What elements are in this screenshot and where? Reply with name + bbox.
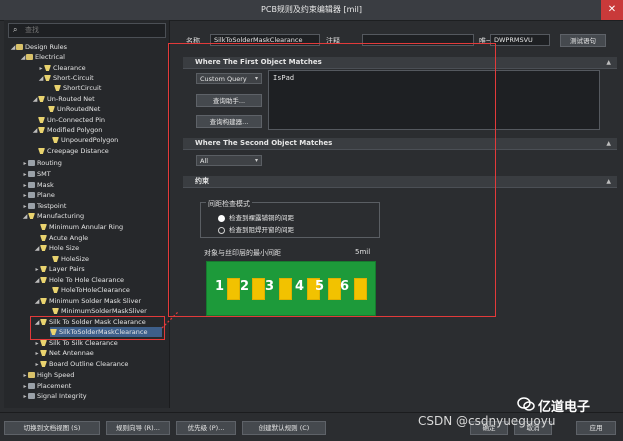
- tree-item-mask[interactable]: ▸ Mask: [22, 180, 53, 190]
- tree-item-routing[interactable]: ▸ Routing: [22, 158, 61, 168]
- smt-icon: [28, 171, 35, 177]
- tree-item-holesize[interactable]: HoleSize: [52, 254, 89, 264]
- rule-icon: [38, 127, 45, 133]
- collapse-icon[interactable]: ▲: [606, 138, 611, 149]
- tree-item-un-connected-pin[interactable]: Un-Connected Pin: [38, 115, 105, 125]
- collapse-icon[interactable]: ▲: [606, 57, 611, 68]
- tree-item-holetoholeclearance[interactable]: HoleToHoleClearance: [52, 285, 130, 295]
- tree-item-testpoint[interactable]: ▸ Testpoint: [22, 201, 66, 211]
- routing-icon: [28, 160, 35, 166]
- rule-icon: [48, 106, 55, 112]
- tree-item-unpouredpolygon[interactable]: UnpouredPolygon: [52, 135, 118, 145]
- tree-item-modified-polygon[interactable]: ◢ Modified Polygon: [32, 125, 103, 135]
- rules-tree-panel: ⌕ ◢Design Rules ◢Electrical ▸Clearance ◢…: [4, 20, 170, 408]
- rule-icon: [40, 224, 47, 230]
- tree-item-shortcircuit[interactable]: ShortCircuit: [54, 83, 101, 93]
- tree-item-board-outline-clearance[interactable]: ▸ Board Outline Clearance: [34, 359, 128, 369]
- close-icon[interactable]: ✕: [601, 0, 623, 20]
- apply-button[interactable]: 应用: [576, 421, 616, 435]
- search-box[interactable]: ⌕: [8, 23, 166, 38]
- rule-icon: [40, 277, 47, 283]
- tree-item-clearance[interactable]: ▸ Clearance: [38, 63, 85, 73]
- tree-item-short-circuit[interactable]: ◢ Short-Circuit: [38, 73, 94, 83]
- collapse-icon[interactable]: ▲: [606, 176, 611, 187]
- rule-icon: [44, 75, 51, 81]
- tree-item-high-speed[interactable]: ▸ High Speed: [22, 370, 74, 380]
- tree-item-net-antennae[interactable]: ▸ Net Antennae: [34, 348, 93, 358]
- tree-item-manufacturing[interactable]: ◢ Manufacturing: [22, 211, 84, 221]
- tree-item-plane[interactable]: ▸ Plane: [22, 190, 54, 200]
- folder-icon: [26, 54, 33, 60]
- tree-item-signal-integrity[interactable]: ▸ Signal Integrity: [22, 391, 86, 401]
- search-icon: ⌕: [13, 25, 18, 34]
- rule-icon: [52, 308, 59, 314]
- tree-item-smt[interactable]: ▸ SMT: [22, 169, 50, 179]
- rule-icon: [44, 65, 51, 71]
- tree-item-design-rules[interactable]: ◢ Design Rules: [10, 42, 67, 52]
- tree-item-minimumsoldermasksliver[interactable]: MinimumSolderMaskSliver: [52, 306, 147, 316]
- rule-wizard-button[interactable]: 规则向导 (R)...: [106, 421, 170, 435]
- unique-id-field[interactable]: DWPRMSVU: [490, 34, 550, 46]
- csdn-watermark: CSDN @csdnyueguoyu: [418, 414, 556, 428]
- switch-document-view-button[interactable]: 切换到文档视图 (S): [4, 421, 100, 435]
- signal-integrity-icon: [28, 393, 35, 399]
- rule-icon: [40, 340, 47, 346]
- rule-icon: [52, 256, 59, 262]
- window-title: PCB规则及约束编辑器 [mil]: [261, 5, 362, 14]
- rule-icon: [40, 235, 47, 241]
- folder-icon: [16, 44, 23, 50]
- title-bar: PCB规则及约束编辑器 [mil] ✕: [0, 0, 623, 21]
- rule-icon: [40, 245, 47, 251]
- tree-item-creepage-distance[interactable]: Creepage Distance: [38, 146, 109, 156]
- manufacturing-icon: [28, 213, 35, 219]
- plane-icon: [28, 192, 35, 198]
- tree-item-hole-size[interactable]: ◢ Hole Size: [34, 243, 79, 253]
- tree-item-acute-angle[interactable]: Acute Angle: [40, 233, 88, 243]
- tree-item-hole-to-hole-clearance[interactable]: ◢ Hole To Hole Clearance: [34, 275, 124, 285]
- tree-item-un-routed-net[interactable]: ◢ Un-Routed Net: [32, 94, 95, 104]
- rule-icon: [54, 85, 61, 91]
- rule-icon: [40, 298, 47, 304]
- tree-item-minimum-solder-mask-sliver[interactable]: ◢ Minimum Solder Mask Sliver: [34, 296, 141, 306]
- highlight-box-tree: [30, 316, 165, 340]
- mask-icon: [28, 182, 35, 188]
- highlight-connector: [161, 311, 179, 329]
- rule-icon: [52, 287, 59, 293]
- rule-icon: [40, 266, 47, 272]
- tree-item-unroutednet[interactable]: UnRoutedNet: [48, 104, 100, 114]
- rule-icon: [40, 350, 47, 356]
- rule-icon: [38, 117, 45, 123]
- tree-item-placement[interactable]: ▸ Placement: [22, 381, 71, 391]
- rule-icon: [52, 137, 59, 143]
- rule-icon: [38, 148, 45, 154]
- highlight-box-panel: [168, 43, 496, 317]
- priority-button[interactable]: 优先级 (P)...: [176, 421, 236, 435]
- placement-icon: [28, 383, 35, 389]
- tree-item-layer-pairs[interactable]: ▸ Layer Pairs: [34, 264, 84, 274]
- brand-watermark: 亿道电子: [538, 400, 591, 415]
- rule-icon: [38, 96, 45, 102]
- test-query-button[interactable]: 测试语句: [560, 34, 606, 47]
- wechat-icon: [517, 397, 535, 411]
- testpoint-icon: [28, 203, 35, 209]
- high-speed-icon: [28, 372, 35, 378]
- rule-icon: [40, 361, 47, 367]
- tree-item-electrical[interactable]: ◢ Electrical: [20, 52, 65, 62]
- create-default-rules-button[interactable]: 创建默认规则 (C): [242, 421, 326, 435]
- tree-item-minimum-annular-ring[interactable]: Minimum Annular Ring: [40, 222, 123, 232]
- search-input[interactable]: [25, 25, 155, 35]
